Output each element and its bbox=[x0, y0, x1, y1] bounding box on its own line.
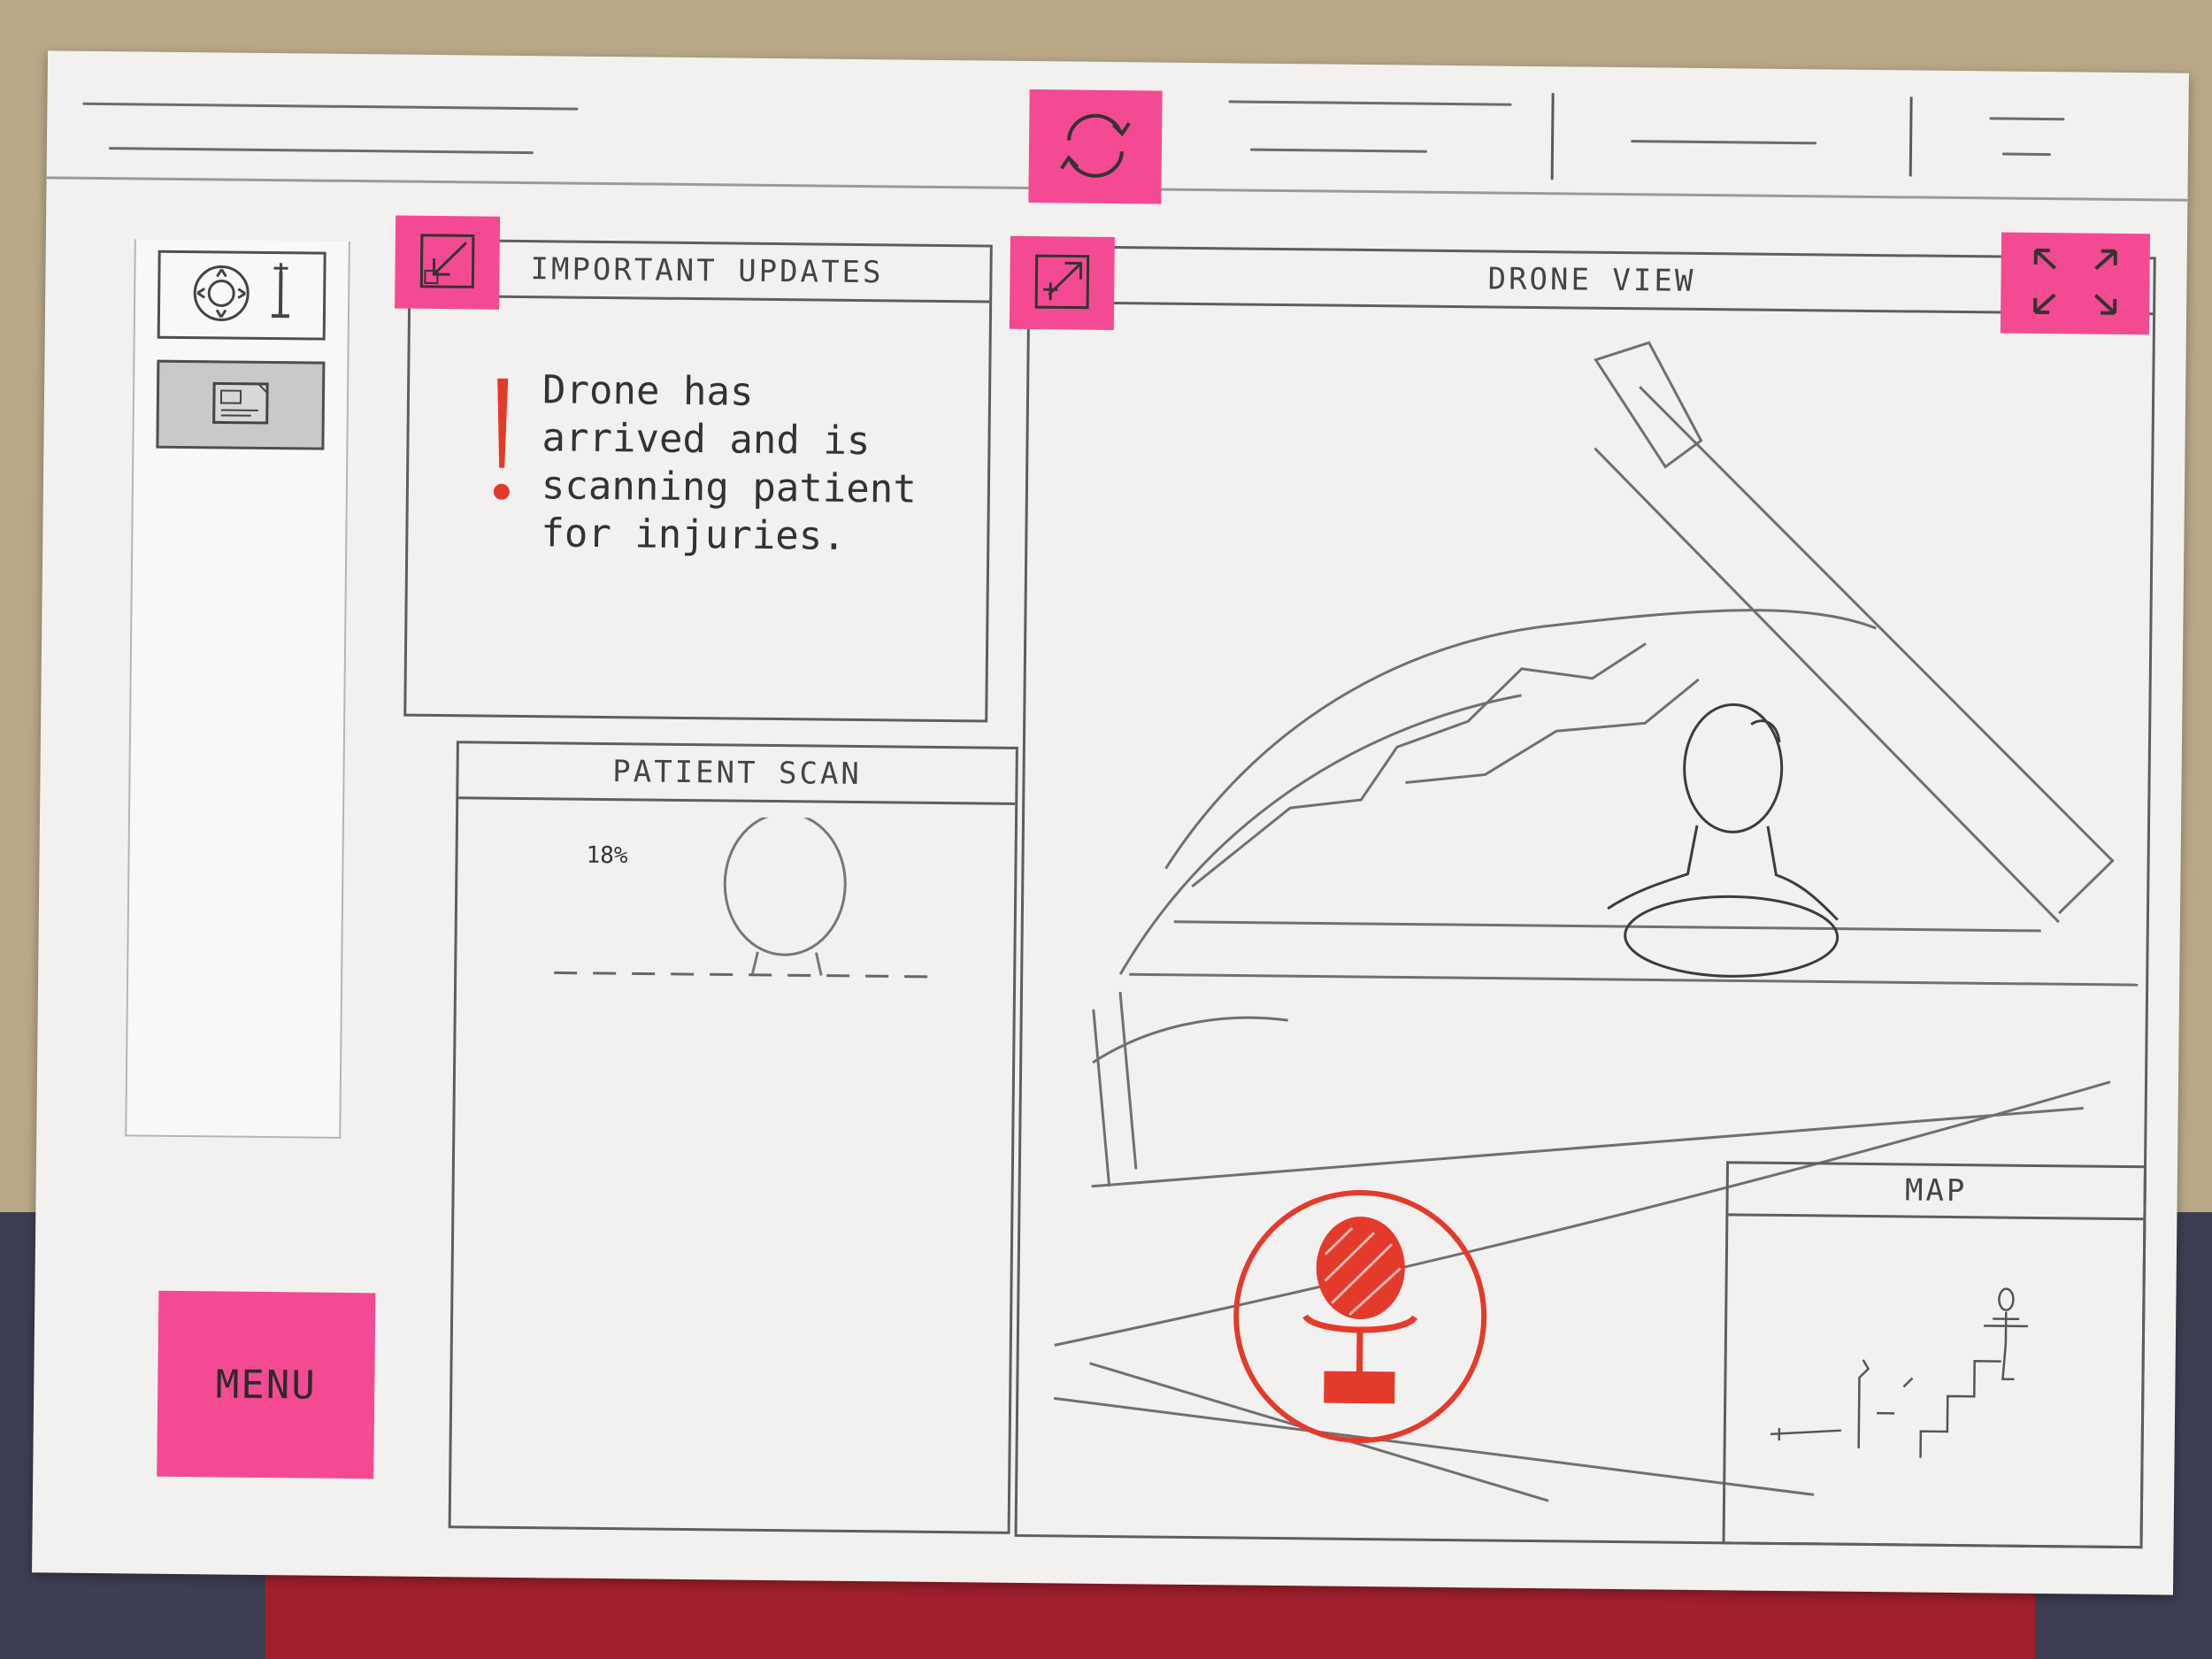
map-title: MAP bbox=[1904, 1172, 1968, 1210]
top-bar-line bbox=[1989, 117, 2065, 121]
microphone-button[interactable] bbox=[1226, 1182, 1494, 1450]
map-view bbox=[1770, 1287, 2029, 1458]
menu-button[interactable]: MENU bbox=[157, 1290, 376, 1479]
refresh-icon bbox=[1051, 104, 1141, 188]
map-panel: MAP bbox=[1722, 1161, 2147, 1549]
sidebar-item-documents[interactable] bbox=[156, 359, 326, 450]
top-bar-line bbox=[108, 147, 534, 155]
microphone-icon bbox=[1226, 1189, 1492, 1454]
paper-prototype: MENU IMPORTANT UPDATES Drone has arrived… bbox=[32, 50, 2189, 1595]
update-message: Drone has arrived and is scanning patien… bbox=[541, 367, 918, 559]
top-bar-line bbox=[1249, 148, 1427, 153]
drone-title: DRONE VIEW bbox=[1487, 261, 1696, 299]
exclamation-icon bbox=[493, 378, 510, 500]
scan-header: PATIENT SCAN bbox=[458, 743, 1016, 805]
collapse-panel-button[interactable] bbox=[395, 215, 501, 310]
document-icon bbox=[205, 376, 277, 434]
expand-icon bbox=[1031, 250, 1094, 317]
updates-title: IMPORTANT UPDATES bbox=[530, 251, 884, 291]
sidebar-item-drone-control[interactable] bbox=[157, 250, 326, 341]
top-bar-line bbox=[82, 102, 579, 111]
top-bar-line bbox=[1631, 140, 1817, 145]
scan-title: PATIENT SCAN bbox=[612, 754, 863, 793]
fullscreen-icon bbox=[2017, 242, 2133, 326]
top-bar-separator bbox=[1550, 93, 1555, 180]
fullscreen-button[interactable] bbox=[2000, 232, 2151, 335]
drone-control-icon bbox=[190, 262, 253, 328]
top-bar-line bbox=[1228, 100, 1512, 106]
refresh-button[interactable] bbox=[1028, 88, 1163, 204]
top-bar-line bbox=[2001, 152, 2051, 157]
altitude-icon bbox=[268, 263, 294, 328]
patient-scan-panel: PATIENT SCAN 18% bbox=[448, 741, 1018, 1534]
top-bar-separator bbox=[1909, 96, 1913, 177]
important-updates-panel: IMPORTANT UPDATES Drone has arrived and … bbox=[403, 238, 993, 723]
expand-panel-button[interactable] bbox=[1009, 235, 1115, 331]
menu-label: MENU bbox=[215, 1361, 318, 1409]
patient-scan-figure bbox=[554, 815, 944, 979]
sidebar bbox=[125, 239, 350, 1139]
collapse-icon bbox=[416, 229, 479, 296]
map-header: MAP bbox=[1728, 1164, 2144, 1221]
